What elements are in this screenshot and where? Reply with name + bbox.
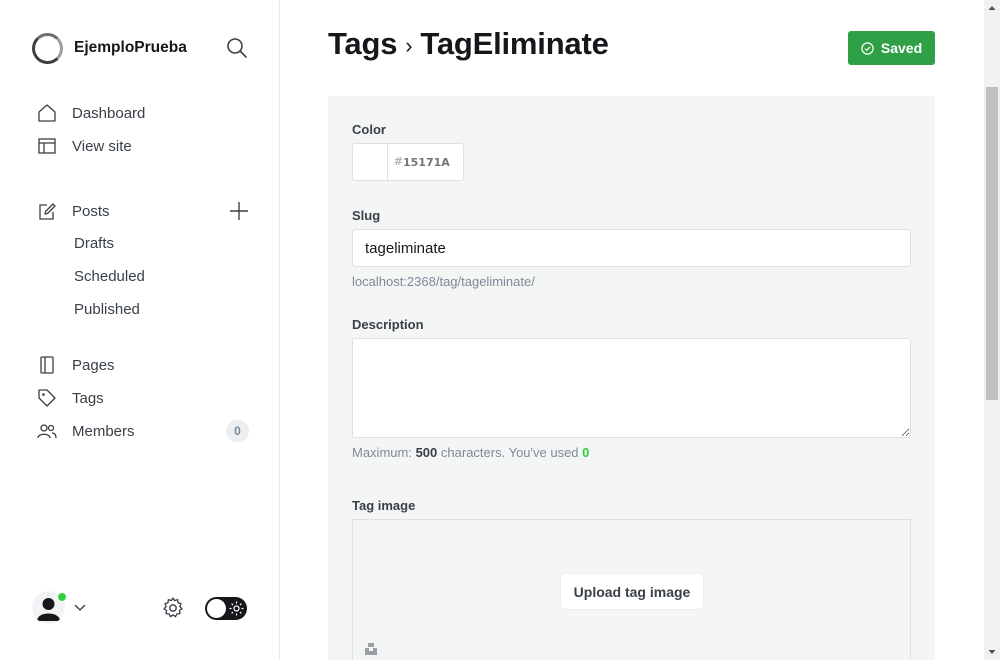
scroll-down-arrow-icon[interactable] bbox=[984, 644, 1000, 660]
sidebar-item-published[interactable]: Published bbox=[74, 299, 140, 321]
main-content: Tags › TagEliminate Saved Color # Slug l… bbox=[280, 0, 984, 660]
sidebar-item-label: Tags bbox=[72, 389, 104, 407]
vertical-scrollbar[interactable] bbox=[984, 0, 1000, 660]
tag-image-dropzone[interactable]: Upload tag image bbox=[352, 519, 911, 660]
members-count-badge: 0 bbox=[226, 420, 249, 442]
saved-button[interactable]: Saved bbox=[848, 31, 935, 65]
page-title: Tags › TagEliminate bbox=[328, 26, 609, 62]
add-post-icon[interactable] bbox=[228, 200, 250, 222]
tag-settings-panel: Color # Slug localhost:2368/tag/tagelimi… bbox=[328, 96, 935, 660]
chevron-down-icon[interactable] bbox=[73, 601, 87, 615]
sidebar-item-pages[interactable]: Pages bbox=[37, 353, 115, 377]
online-status-dot bbox=[57, 592, 67, 602]
description-textarea[interactable] bbox=[352, 338, 911, 438]
brand[interactable]: EjemploPrueba bbox=[32, 32, 187, 64]
sidebar-item-dashboard[interactable]: Dashboard bbox=[37, 101, 145, 125]
breadcrumb-separator: › bbox=[405, 33, 413, 58]
color-label: Color bbox=[352, 122, 386, 137]
sidebar-item-scheduled[interactable]: Scheduled bbox=[74, 266, 145, 288]
gear-icon[interactable] bbox=[161, 596, 185, 620]
hint-max: 500 bbox=[415, 445, 438, 460]
sidebar-item-tags[interactable]: Tags bbox=[37, 386, 104, 410]
sidebar-item-label: Dashboard bbox=[72, 104, 146, 122]
slug-input[interactable] bbox=[352, 229, 911, 267]
sidebar-item-drafts[interactable]: Drafts bbox=[74, 233, 114, 255]
sidebar-item-view-site[interactable]: View site bbox=[37, 134, 132, 158]
tag-image-label: Tag image bbox=[352, 498, 416, 513]
tag-icon bbox=[37, 388, 57, 408]
hint-prefix: Maximum: bbox=[352, 445, 412, 460]
theme-toggle[interactable] bbox=[205, 597, 247, 620]
breadcrumb-tags-link[interactable]: Tags bbox=[328, 26, 397, 62]
home-icon bbox=[37, 103, 57, 123]
upload-tag-image-button[interactable]: Upload tag image bbox=[561, 574, 703, 609]
sidebar-item-label: Members bbox=[72, 422, 135, 440]
unsplash-icon[interactable] bbox=[364, 642, 378, 656]
page-icon bbox=[37, 355, 57, 375]
saved-label: Saved bbox=[880, 40, 923, 56]
members-icon bbox=[37, 421, 57, 441]
scroll-up-arrow-icon[interactable] bbox=[984, 0, 1000, 16]
hint-middle: characters. You've used bbox=[440, 445, 579, 460]
hint-used-count: 0 bbox=[582, 445, 590, 460]
description-label: Description bbox=[352, 317, 424, 332]
sun-icon bbox=[229, 601, 244, 616]
pencil-icon bbox=[37, 201, 57, 221]
sidebar-item-posts[interactable]: Posts bbox=[37, 199, 110, 223]
description-hint: Maximum: 500 characters. You've used 0 bbox=[352, 445, 589, 460]
site-logo-icon bbox=[32, 32, 63, 64]
layout-icon bbox=[37, 136, 57, 156]
scrollbar-thumb[interactable] bbox=[986, 87, 998, 400]
check-circle-icon bbox=[861, 41, 874, 55]
sidebar-item-label: Pages bbox=[72, 356, 115, 374]
toggle-knob bbox=[207, 599, 226, 618]
sidebar: EjemploPrueba Dashboard View site Posts … bbox=[0, 0, 280, 660]
color-hash: # bbox=[393, 155, 403, 168]
search-icon[interactable] bbox=[226, 37, 248, 59]
sidebar-item-members[interactable]: Members bbox=[37, 419, 135, 443]
tag-title: TagEliminate bbox=[420, 26, 609, 61]
color-hex-input[interactable] bbox=[403, 144, 463, 180]
slug-url-preview: localhost:2368/tag/tageliminate/ bbox=[352, 274, 535, 289]
color-field: # bbox=[352, 143, 464, 181]
color-swatch[interactable] bbox=[353, 144, 388, 180]
sidebar-item-label: Posts bbox=[72, 202, 110, 220]
site-name: EjemploPrueba bbox=[74, 39, 187, 56]
sidebar-item-label: View site bbox=[72, 137, 132, 155]
slug-label: Slug bbox=[352, 208, 381, 223]
